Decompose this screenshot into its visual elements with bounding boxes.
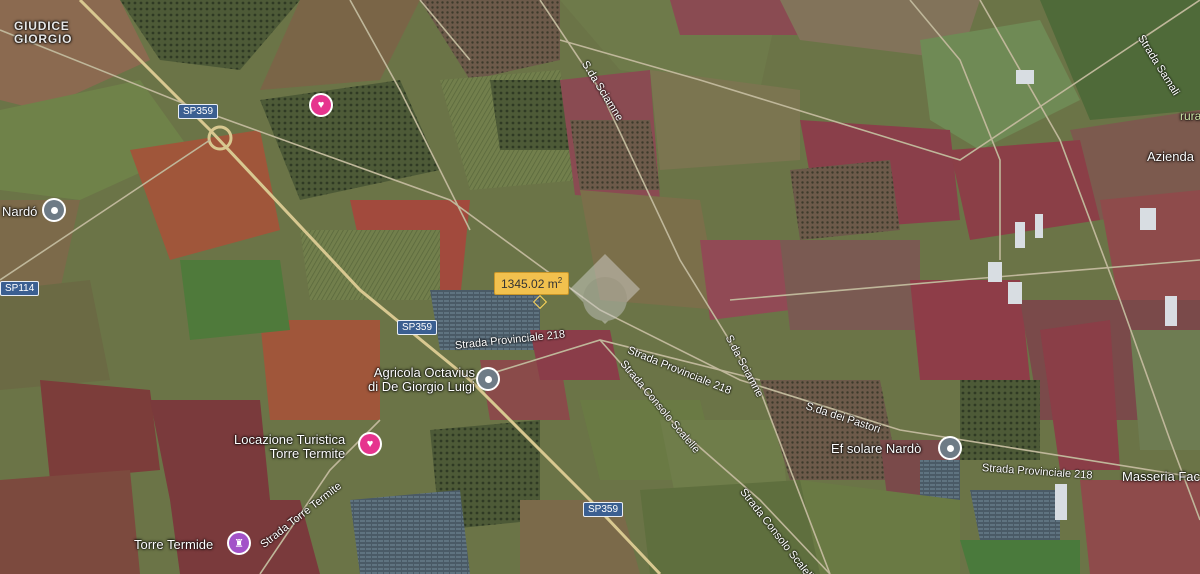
castle-icon[interactable]: ♜ xyxy=(229,533,249,553)
logo-watermark-icon xyxy=(570,254,640,324)
bed-icon[interactable]: ♥ xyxy=(360,434,380,454)
road-shield-sp114: SP114 xyxy=(0,281,40,296)
place-label-azienda: Azienda xyxy=(1147,149,1194,164)
place-label-torre-termide[interactable]: Torre Termide xyxy=(134,538,213,552)
place-label-nardo[interactable]: Nardó xyxy=(2,205,37,219)
place-label-locazione-turistica[interactable]: Locazione Turistica Torre Termite xyxy=(234,433,345,461)
road-shield-sp359: SP359 xyxy=(397,320,438,335)
area-measurement-label[interactable]: 1345.02 m2 xyxy=(494,272,570,295)
building-icon[interactable] xyxy=(940,438,960,458)
place-marker-icon[interactable] xyxy=(44,200,64,220)
area-value: 1345.02 m xyxy=(501,277,558,291)
place-marker-icon[interactable] xyxy=(478,369,498,389)
place-label-masseria: Masseria Fac xyxy=(1122,469,1200,484)
road-shield-sp359: SP359 xyxy=(583,502,624,517)
place-label-ef-solare[interactable]: Ef solare Nardò xyxy=(831,442,921,456)
place-label-giudice-giorgio: GIUDICE GIORGIO xyxy=(14,19,73,46)
area-unit-superscript: 2 xyxy=(557,276,563,285)
bed-icon[interactable]: ♥ xyxy=(311,95,331,115)
place-label-rura: rura xyxy=(1180,109,1200,123)
road-shield-sp359: SP359 xyxy=(178,104,219,119)
satellite-map[interactable]: 1345.02 m2 SP359 SP359 SP359 SP114 Strad… xyxy=(0,0,1200,574)
place-label-agricola-octavius[interactable]: Agricola Octavius di De Giorgio Luigi xyxy=(368,366,475,394)
